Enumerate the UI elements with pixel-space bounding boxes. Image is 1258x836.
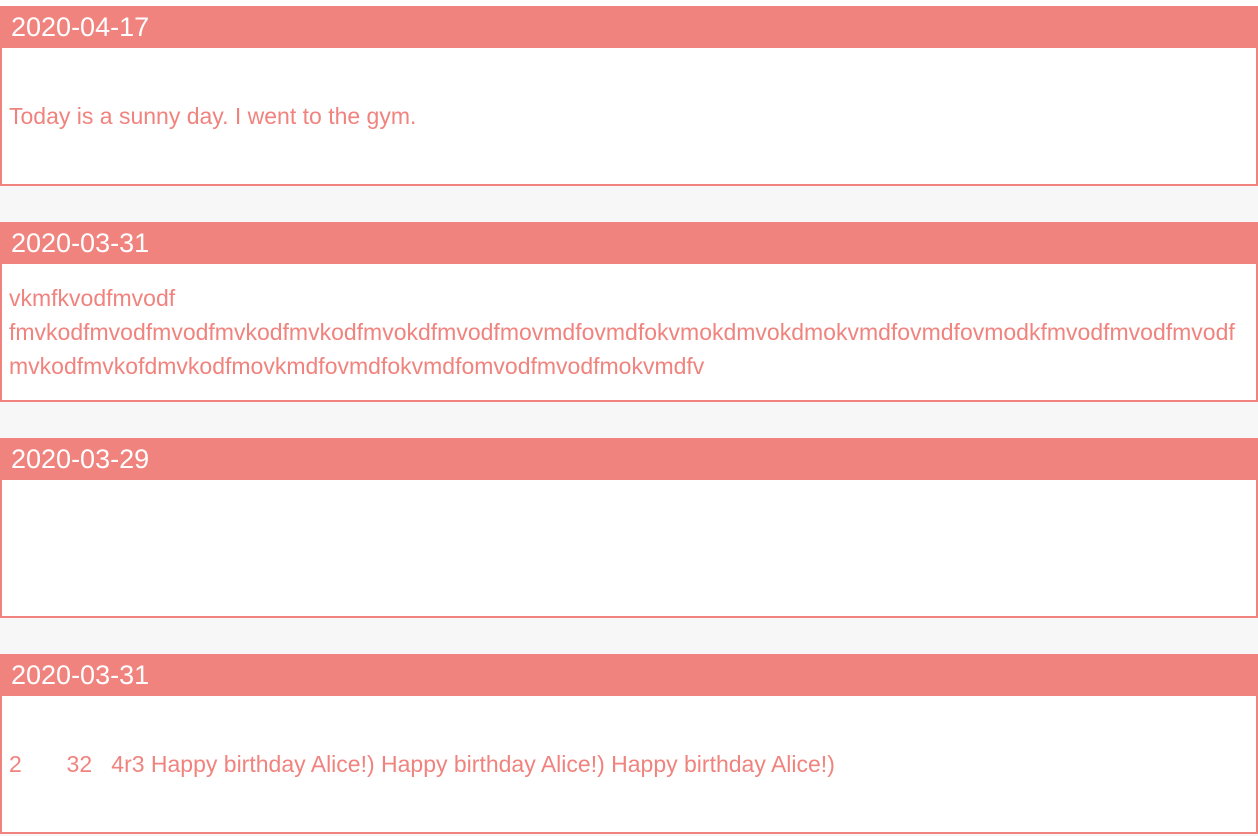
entry-body: Today is a sunny day. I went to the gym. (0, 48, 1258, 186)
entry-body: vkmfkvodfmvodf fmvkodfmvodfmvodfmvkodfmv… (0, 264, 1258, 402)
diary-entry[interactable]: 2020-04-17 Today is a sunny day. I went … (0, 6, 1258, 186)
diary-entry[interactable]: 2020-03-31 vkmfkvodfmvodf fmvkodfmvodfmv… (0, 222, 1258, 402)
entry-body: 2 32 4r3 Happy birthday Alice!) Happy bi… (0, 696, 1258, 834)
diary-entry[interactable]: 2020-03-29 (0, 438, 1258, 618)
diary-entry[interactable]: 2020-03-31 2 32 4r3 Happy birthday Alice… (0, 654, 1258, 834)
entry-text: 2 32 4r3 Happy birthday Alice!) Happy bi… (9, 751, 835, 777)
entry-date: 2020-03-31 (0, 654, 1258, 696)
entry-body (0, 480, 1258, 618)
entry-date: 2020-03-29 (0, 438, 1258, 480)
entry-text: vkmfkvodfmvodf fmvkodfmvodfmvodfmvkodfmv… (9, 285, 1235, 379)
entry-date: 2020-03-31 (0, 222, 1258, 264)
diary-feed: 2020-04-17 Today is a sunny day. I went … (0, 0, 1258, 836)
entry-text: Today is a sunny day. I went to the gym. (9, 103, 417, 129)
entry-date: 2020-04-17 (0, 6, 1258, 48)
